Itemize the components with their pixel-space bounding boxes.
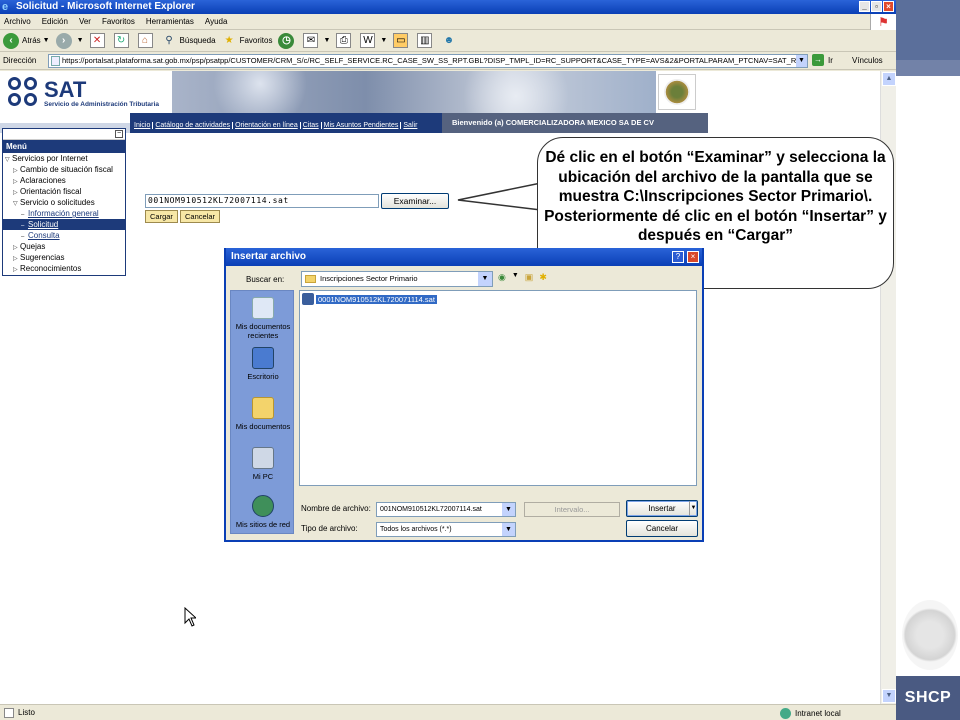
- recent-documents-icon: [252, 297, 274, 319]
- mouse-pointer-icon: [184, 607, 196, 627]
- look-in-label: Buscar en:: [246, 275, 285, 284]
- file-list[interactable]: 0001NOM910512KL720071114.sat: [299, 290, 697, 486]
- my-documents-icon: [252, 397, 274, 419]
- chevron-down-icon[interactable]: ▼: [512, 272, 519, 283]
- range-button: Intervalo...: [524, 502, 620, 517]
- insert-file-dialog: Insertar archivo ? × Buscar en: Inscripc…: [224, 248, 704, 542]
- dialog-close-button[interactable]: ×: [687, 251, 699, 263]
- filename-label: Nombre de archivo:: [301, 504, 371, 513]
- dialog-toolbar: ◉ ▼ ▣ ✱: [498, 272, 547, 283]
- side-banner: [896, 0, 960, 76]
- file-icon: [302, 293, 314, 305]
- place-my-documents[interactable]: Mis documentos: [231, 397, 295, 431]
- callout-text: Dé clic en el botón “Examinar” y selecci…: [544, 149, 887, 244]
- shcp-side-panel: SHCP: [896, 0, 960, 720]
- filename-value: 001NOM910512KL72007114.sat: [380, 506, 482, 513]
- place-recent[interactable]: Mis documentos recientes: [231, 297, 295, 340]
- shcp-logo: SHCP: [896, 676, 960, 720]
- filename-input[interactable]: 001NOM910512KL72007114.sat ▼: [376, 502, 516, 517]
- new-folder-icon[interactable]: ✱: [539, 272, 547, 283]
- place-network[interactable]: Mis sitios de red: [231, 495, 295, 529]
- dialog-cancel-button[interactable]: Cancelar: [626, 520, 698, 537]
- desktop-icon: [252, 347, 274, 369]
- insert-label: Insertar: [648, 504, 676, 513]
- chevron-down-icon[interactable]: ▼: [689, 501, 697, 516]
- dialog-title: Insertar archivo: [226, 248, 702, 266]
- chevron-down-icon[interactable]: ▼: [478, 272, 492, 286]
- back-icon[interactable]: ◉: [498, 272, 506, 283]
- chevron-down-icon[interactable]: ▼: [502, 523, 515, 536]
- places-bar: Mis documentos recientes Escritorio Mis …: [230, 290, 294, 534]
- help-button[interactable]: ?: [672, 251, 684, 263]
- filetype-value: Todos los archivos (*.*): [380, 526, 452, 533]
- my-computer-icon: [252, 447, 274, 469]
- filetype-select[interactable]: Todos los archivos (*.*) ▼: [376, 522, 516, 537]
- look-in-value: Inscripciones Sector Primario: [320, 274, 418, 283]
- national-seal-icon: [902, 600, 958, 670]
- up-folder-icon[interactable]: ▣: [525, 272, 534, 283]
- place-desktop[interactable]: Escritorio: [231, 347, 295, 381]
- insert-button[interactable]: Insertar ▼: [626, 500, 698, 517]
- look-in-select[interactable]: Inscripciones Sector Primario ▼: [301, 271, 493, 287]
- folder-icon: [305, 275, 316, 283]
- file-name: 0001NOM910512KL720071114.sat: [316, 294, 437, 304]
- place-my-computer[interactable]: Mi PC: [231, 447, 295, 481]
- network-icon: [252, 495, 274, 517]
- chevron-down-icon[interactable]: ▼: [502, 503, 515, 516]
- list-item[interactable]: 0001NOM910512KL720071114.sat: [302, 293, 437, 305]
- filetype-label: Tipo de archivo:: [301, 524, 358, 533]
